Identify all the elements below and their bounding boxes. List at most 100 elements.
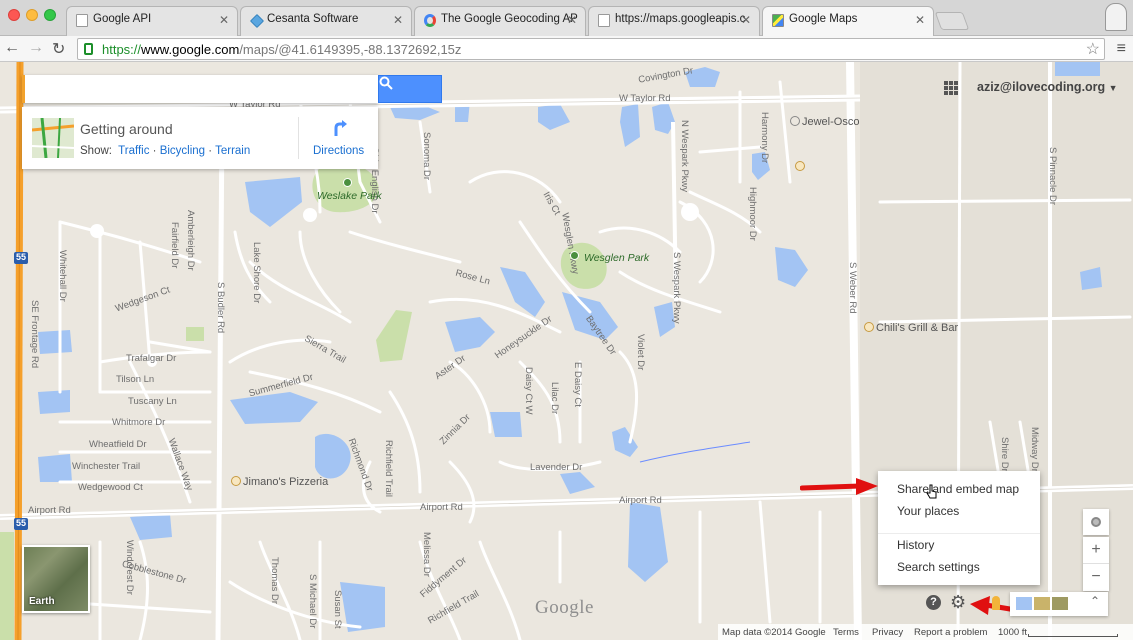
search-button[interactable] — [378, 75, 442, 103]
place-chilis[interactable]: Chili's Grill & Bar — [864, 322, 958, 334]
tab-title: The Google Geocoding AP — [441, 13, 578, 25]
google-maps-icon — [772, 14, 784, 27]
traffic-link[interactable]: Traffic — [118, 145, 149, 157]
place-jimanos[interactable]: Jimano's Pizzeria — [231, 476, 328, 488]
traffic-thumbnail[interactable] — [32, 118, 74, 158]
browser-tab-strip: Google API ✕ Cesanta Software ✕ The Goog… — [0, 0, 1133, 36]
lock-icon — [84, 43, 93, 55]
tab-google-maps[interactable]: Google Maps ✕ — [762, 6, 934, 36]
bicycling-link[interactable]: Bicycling — [160, 145, 205, 157]
route-55-shield: 55 — [16, 518, 27, 528]
profile-icon[interactable] — [1105, 3, 1127, 31]
gear-icon[interactable]: ⚙ — [950, 593, 966, 611]
street-label: Amberleigh Dr — [185, 210, 196, 271]
earth-view-toggle[interactable]: Earth — [22, 545, 90, 613]
close-icon[interactable]: ✕ — [567, 13, 577, 27]
google-developers-icon — [424, 14, 436, 27]
street-label: Windcrest Dr — [124, 540, 135, 595]
map-thumbnail[interactable] — [1052, 597, 1068, 610]
tab-title: Cesanta Software — [267, 13, 359, 25]
tab-title: Google Maps — [789, 13, 858, 25]
document-icon — [76, 14, 88, 27]
minimize-window-button[interactable] — [26, 9, 38, 21]
browser-toolbar: ← → ↻ https://www.google.com/maps/@41.61… — [0, 36, 1133, 62]
hand-cursor-icon — [926, 484, 937, 499]
street-label: E Daisy Ct — [572, 362, 583, 407]
imagery-strip[interactable]: ⌃ — [992, 592, 1108, 616]
close-icon[interactable]: ✕ — [915, 13, 925, 27]
annotation-arrow-icon — [800, 478, 878, 495]
park-weslake[interactable]: Weslake Park — [317, 190, 382, 202]
forward-icon[interactable]: → — [28, 39, 44, 57]
street-label: Lilac Dr — [549, 382, 560, 415]
close-icon[interactable]: ✕ — [741, 13, 751, 27]
my-location-button[interactable] — [1083, 509, 1109, 535]
getting-around-card: Getting around Show: Traffic · Bicycling… — [22, 107, 378, 169]
street-label: Whitmore Dr — [112, 417, 166, 428]
tab-google-api[interactable]: Google API ✕ — [66, 6, 238, 36]
place-jewel-osco[interactable]: Jewel-Osco — [790, 116, 859, 128]
directions-icon[interactable] — [330, 119, 348, 137]
chrome-menu-icon[interactable]: ≡ — [1117, 40, 1126, 58]
street-label: Sonoma Dr — [421, 132, 432, 181]
restaurant-icon — [864, 322, 874, 332]
account-menu[interactable]: aziz@ilovecoding.org ▼ — [977, 80, 1118, 94]
street-label: Trafalgar Dr — [126, 353, 177, 364]
help-icon[interactable]: ? — [926, 595, 941, 610]
street-label: Violet Dr — [635, 334, 646, 371]
new-tab-button[interactable] — [934, 12, 970, 30]
close-icon[interactable]: ✕ — [219, 13, 229, 27]
route-55-shield: 55 — [16, 252, 27, 262]
map-canvas[interactable]: 55 55 W Taylor Rd W Taylor Rd Covington … — [0, 62, 1133, 640]
cesanta-icon — [249, 13, 265, 29]
bookmark-star-icon[interactable]: ☆ — [1086, 39, 1100, 59]
address-bar[interactable]: https://www.google.com/maps/@41.6149395,… — [77, 38, 1105, 60]
privacy-link[interactable]: Privacy — [872, 627, 903, 638]
street-label: SE Frontage Rd — [29, 300, 40, 369]
close-icon[interactable]: ✕ — [393, 13, 403, 27]
directions-link[interactable]: Directions — [313, 145, 364, 157]
report-problem-link[interactable]: Report a problem — [914, 627, 987, 638]
menu-separator — [878, 533, 1040, 534]
scale-bar: 1000 ft — [998, 627, 1028, 638]
close-window-button[interactable] — [8, 9, 20, 21]
zoom-in-button[interactable]: + — [1083, 537, 1109, 564]
tab-maps-api[interactable]: https://maps.googleapis.c ✕ — [588, 6, 760, 36]
street-label: Melissa Dr — [421, 532, 432, 577]
pegman-icon[interactable] — [992, 596, 1000, 610]
street-label: S Michael Dr — [307, 574, 318, 629]
street-label: Airport Rd — [619, 495, 662, 506]
zoom-out-button[interactable]: − — [1083, 564, 1109, 591]
document-icon — [598, 14, 610, 27]
street-label: S Pinnacle Dr — [1047, 147, 1058, 206]
park-wesglen[interactable]: Wesglen Park — [584, 252, 649, 264]
street-label: Airport Rd — [28, 505, 71, 516]
tab-geocoding[interactable]: The Google Geocoding AP ✕ — [414, 6, 586, 36]
street-label: S Wespark Pkwy — [671, 252, 682, 324]
reload-icon[interactable]: ↻ — [52, 39, 65, 59]
menu-item-history[interactable]: History — [897, 538, 934, 552]
street-label: Midway Dr — [1029, 427, 1040, 472]
back-icon[interactable]: ← — [4, 39, 20, 57]
park-icon — [570, 251, 579, 260]
maximize-window-button[interactable] — [44, 9, 56, 21]
google-logo: Google — [535, 597, 594, 618]
apps-grid-icon[interactable] — [944, 81, 959, 96]
search-input[interactable] — [22, 75, 378, 103]
map-thumbnail[interactable] — [1016, 597, 1032, 610]
street-label: S Budler Rd — [215, 282, 226, 334]
map-thumbnail[interactable] — [1034, 597, 1050, 610]
expand-chevron-icon[interactable]: ⌃ — [1090, 594, 1100, 608]
street-label: Richfield Trail — [383, 440, 394, 498]
card-divider — [298, 117, 299, 159]
tab-cesanta[interactable]: Cesanta Software ✕ — [240, 6, 412, 36]
menu-item-search-settings[interactable]: Search settings — [897, 560, 980, 574]
street-label: S Weber Rd — [847, 262, 858, 314]
menu-item-share-embed[interactable]: Share and embed map — [897, 482, 1019, 496]
settings-dropdown-menu: Share and embed map Your places History … — [878, 471, 1040, 585]
terms-link[interactable]: Terms — [833, 627, 859, 638]
street-label: Harmony Dr — [759, 112, 770, 164]
street-label: Winchester Trail — [72, 461, 141, 472]
terrain-link[interactable]: Terrain — [215, 145, 250, 157]
menu-item-your-places[interactable]: Your places — [897, 504, 959, 518]
